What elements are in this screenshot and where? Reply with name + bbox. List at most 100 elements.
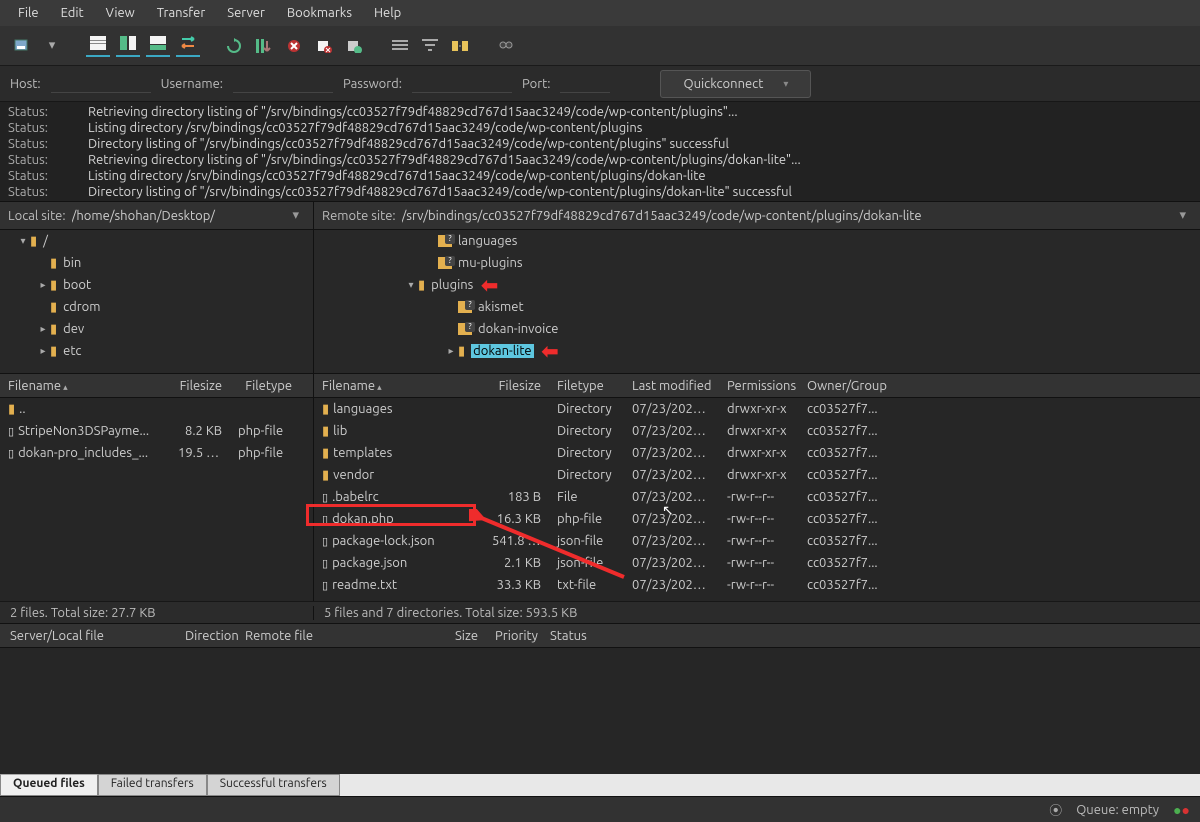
filter-icon[interactable] <box>418 35 442 57</box>
file-icon: ▯ <box>322 536 328 548</box>
list-status-bar: 2 files. Total size: 27.7 KB 5 files and… <box>0 602 1200 624</box>
toggle-tree-icon[interactable] <box>116 35 140 57</box>
search-icon[interactable] <box>494 35 518 57</box>
queue-body[interactable] <box>0 648 1200 774</box>
file-list-pane: FilenameFilesizeFiletype ▮.. ▯StripeNon3… <box>0 374 1200 602</box>
sync-browsing-icon[interactable] <box>176 35 200 57</box>
tree-item[interactable]: ▸ ▮ boot <box>0 274 313 296</box>
log-line: Status:Directory listing of "/srv/bindin… <box>8 136 1192 152</box>
queue-col-size[interactable]: Size <box>445 629 485 643</box>
list-item[interactable]: ▮languages Directory 07/23/2020 ... drwx… <box>314 398 1200 420</box>
tree-item[interactable]: ▾ ▮ plugins⬅ <box>314 274 1200 296</box>
list-item[interactable]: ▯dokan-pro_includes_... 19.5 KB php-file <box>0 442 313 464</box>
folder-unknown-icon <box>458 301 472 313</box>
tree-item-label: bin <box>63 256 81 270</box>
expand-icon[interactable]: ▾ <box>16 235 30 247</box>
list-item[interactable]: ▮vendor Directory 07/23/2020 ... drwxr-x… <box>314 464 1200 486</box>
remote-file-list[interactable]: FilenameFilesizeFiletypeLast modifiedPer… <box>314 374 1200 601</box>
menu-bookmarks[interactable]: Bookmarks <box>277 2 362 24</box>
tree-item[interactable]: ▸ ▮ dev <box>0 318 313 340</box>
local-site-input[interactable] <box>72 209 287 223</box>
list-item[interactable]: ▯StripeNon3DSPayme... 8.2 KB php-file <box>0 420 313 442</box>
tree-item[interactable]: ▸ ▮ etc <box>0 340 313 362</box>
list-item[interactable]: ▮.. <box>0 398 313 420</box>
tree-item[interactable]: ▸ ▮ dokan-lite⬅ <box>314 340 1200 362</box>
expand-icon[interactable]: ▸ <box>444 345 458 357</box>
folder-icon: ▮ <box>50 300 57 315</box>
queue-col-direction[interactable]: Direction <box>175 629 235 643</box>
tree-item[interactable]: akismet <box>314 296 1200 318</box>
menu-file[interactable]: File <box>8 2 49 24</box>
column-header[interactable]: Filetype <box>230 379 300 393</box>
queue-col-priority[interactable]: Priority <box>485 629 540 643</box>
tab-failed-transfers[interactable]: Failed transfers <box>98 774 207 796</box>
process-queue-icon[interactable] <box>252 35 276 57</box>
message-log[interactable]: Status:Retrieving directory listing of "… <box>0 102 1200 202</box>
compare-icon[interactable] <box>448 35 472 57</box>
expand-icon[interactable]: ▸ <box>36 323 50 335</box>
list-item[interactable]: ▯.babelrc 183 B File 07/23/2020 ... -rw-… <box>314 486 1200 508</box>
folder-icon: ▮ <box>50 256 57 271</box>
list-item[interactable]: ▯readme.txt 33.3 KB txt-file 07/23/2020 … <box>314 574 1200 596</box>
tree-item[interactable]: dokan-invoice <box>314 318 1200 340</box>
tree-item-label: akismet <box>478 300 524 314</box>
tree-item[interactable]: languages <box>314 230 1200 252</box>
local-site-dropdown-icon[interactable]: ▾ <box>286 208 305 223</box>
local-site-label: Local site: <box>8 209 66 223</box>
column-header[interactable]: Filename <box>0 379 170 393</box>
tree-item[interactable]: mu-plugins <box>314 252 1200 274</box>
column-header[interactable]: Filesize <box>170 379 230 393</box>
queue-col-status[interactable]: Status <box>540 629 597 643</box>
log-line: Status:Listing directory /srv/bindings/c… <box>8 168 1192 184</box>
dropdown-icon[interactable]: ▾ <box>40 35 64 57</box>
list-item[interactable]: ▯package.json 2.1 KB json-file 07/23/202… <box>314 552 1200 574</box>
column-header[interactable]: Filesize <box>484 379 549 393</box>
list-item[interactable]: ▯package-lock.json 541.8 KB json-file 07… <box>314 530 1200 552</box>
tree-item[interactable]: ▮ cdrom <box>0 296 313 318</box>
tab-queued-files[interactable]: Queued files <box>0 774 98 796</box>
list-item[interactable]: ▯dokan.php 16.3 KB php-file 07/23/2020 .… <box>314 508 1200 530</box>
local-file-list[interactable]: FilenameFilesizeFiletype ▮.. ▯StripeNon3… <box>0 374 314 601</box>
toggle-log-icon[interactable] <box>86 35 110 57</box>
host-input[interactable] <box>51 74 151 93</box>
password-input[interactable] <box>412 74 512 93</box>
queue-col-file[interactable]: Server/Local file <box>0 629 175 643</box>
expand-icon[interactable]: ▸ <box>36 345 50 357</box>
toggle-queue-icon[interactable] <box>146 35 170 57</box>
file-icon: ▯ <box>322 580 328 592</box>
quickconnect-button[interactable]: Quickconnect <box>660 70 811 98</box>
menu-edit[interactable]: Edit <box>51 2 94 24</box>
menu-help[interactable]: Help <box>364 2 411 24</box>
remote-site-input[interactable] <box>402 209 1174 223</box>
port-input[interactable] <box>560 74 610 93</box>
expand-icon[interactable]: ▸ <box>36 279 50 291</box>
column-header[interactable]: Permissions <box>719 379 799 393</box>
list-item[interactable]: ▮lib Directory 07/23/2020 ... drwxr-xr-x… <box>314 420 1200 442</box>
folder-icon: ▮ <box>458 344 465 359</box>
queue-col-remote[interactable]: Remote file <box>235 629 445 643</box>
column-header[interactable]: Filetype <box>549 379 624 393</box>
local-tree[interactable]: ▾ ▮ / ▮ bin ▸ ▮ boot ▮ cdrom ▸ ▮ dev ▸ ▮… <box>0 230 314 373</box>
tree-item[interactable]: ▮ bin <box>0 252 313 274</box>
column-header[interactable]: Last modified <box>624 379 719 393</box>
remote-site-dropdown-icon[interactable]: ▾ <box>1173 208 1192 223</box>
menu-view[interactable]: View <box>96 2 145 24</box>
menu-server[interactable]: Server <box>217 2 275 24</box>
username-input[interactable] <box>233 74 333 93</box>
column-header[interactable]: Filename <box>314 379 484 393</box>
folder-unknown-icon <box>438 235 452 247</box>
column-header[interactable]: Owner/Group <box>799 379 909 393</box>
filelist-icon[interactable] <box>388 35 412 57</box>
site-manager-icon[interactable] <box>10 35 34 57</box>
refresh-icon[interactable] <box>222 35 246 57</box>
expand-icon[interactable]: ▾ <box>404 279 418 291</box>
remote-tree[interactable]: languages mu-plugins ▾ ▮ plugins⬅ akisme… <box>314 230 1200 373</box>
list-item[interactable]: ▮templates Directory 07/23/2020 ... drwx… <box>314 442 1200 464</box>
cancel-icon[interactable] <box>282 35 306 57</box>
tab-successful-transfers[interactable]: Successful transfers <box>207 774 340 796</box>
reconnect-icon[interactable] <box>342 35 366 57</box>
disconnect-icon[interactable] <box>312 35 336 57</box>
tree-item[interactable]: ▾ ▮ / <box>0 230 313 252</box>
menu-transfer[interactable]: Transfer <box>147 2 216 24</box>
file-icon: ▯ <box>8 448 14 460</box>
